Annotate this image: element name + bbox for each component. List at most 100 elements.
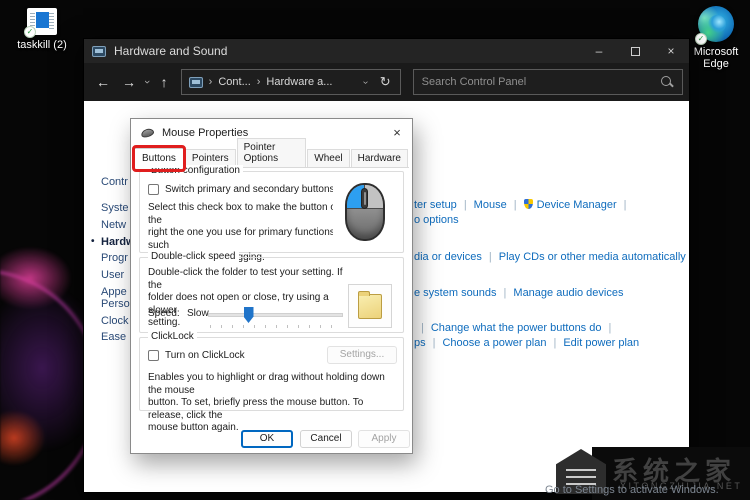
sidebar-item-label: Ease (101, 331, 127, 343)
content-link[interactable]: Manage audio devices (513, 287, 623, 299)
content-link[interactable]: Edit power plan (563, 337, 639, 349)
address-dropdown-chevron-icon[interactable]: › (361, 80, 372, 83)
content-link[interactable]: ps (414, 337, 426, 349)
slider-handle[interactable] (243, 307, 254, 323)
link-separator: | (503, 287, 507, 299)
clicklock-checkbox-row[interactable]: Turn on ClickLock (148, 350, 245, 361)
slider-track[interactable] (208, 313, 343, 317)
tab-pointer-options[interactable]: Pointer Options (236, 138, 307, 167)
green-check-badge-icon: ✓ (695, 33, 707, 45)
window-title: Hardware and Sound (114, 44, 228, 58)
recent-pages-chevron-icon[interactable]: › (141, 80, 153, 84)
breadcrumb[interactable]: › Cont... › Hardware a... › ↻ (180, 69, 401, 95)
content-link[interactable]: o options (414, 214, 459, 226)
checkbox-label: Switch primary and secondary buttons (165, 184, 335, 195)
apply-button[interactable]: Apply (358, 430, 410, 448)
link-separator: | (421, 322, 424, 334)
checkbox-icon[interactable] (148, 184, 159, 195)
doc-blue-block (36, 12, 49, 28)
search-box[interactable] (412, 69, 683, 95)
sidebar-item[interactable]: Contr (101, 176, 128, 188)
checkbox-label: Turn on ClickLock (165, 350, 245, 361)
breadcrumb-item-control-panel[interactable]: Cont... (218, 76, 250, 88)
tab-strip: Buttons Pointers Pointer Options Wheel Hardw… (132, 138, 409, 172)
sidebar-item-label: Perso (101, 298, 130, 310)
close-button[interactable]: × (653, 39, 689, 63)
window-titlebar[interactable]: Hardware and Sound – × (84, 39, 689, 63)
sidebar-item[interactable]: Ease (101, 331, 126, 343)
desktop-icon-label: Microsoft Edge (693, 46, 739, 70)
mouse-properties-dialog: Mouse Properties × Buttons Pointers Pointe… (130, 118, 413, 454)
sidebar-item-label: Progr (101, 252, 128, 264)
double-click-speed-slider[interactable] (208, 306, 343, 328)
back-icon[interactable]: ← (96, 74, 110, 90)
sidebar-item[interactable]: Netw (101, 219, 126, 231)
speed-label: Speed: (148, 308, 180, 319)
link-separator: | (623, 199, 627, 211)
content-link[interactable]: e system sounds (414, 287, 497, 299)
content-link[interactable]: Choose a power plan (442, 337, 546, 349)
active-bullet-icon: • (91, 236, 95, 247)
content-link[interactable]: Device Manager (537, 199, 617, 211)
taskkill-file-icon: ✓ (24, 8, 57, 38)
forward-icon[interactable]: → (122, 74, 136, 90)
clicklock-description: Enables you to highlight or drag without… (148, 372, 385, 433)
sidebar-item-label: Netw (101, 219, 127, 231)
link-separator: | (513, 199, 517, 211)
test-folder-box[interactable] (348, 284, 392, 328)
checkbox-icon[interactable] (148, 350, 159, 361)
sidebar-item[interactable]: Appe (101, 286, 127, 298)
content-link[interactable]: Play CDs or other media automatically (499, 251, 686, 263)
shield-icon (523, 199, 533, 209)
folder-icon[interactable] (358, 290, 382, 319)
search-icon[interactable] (660, 75, 674, 89)
link-separator: | (608, 322, 612, 334)
maximize-icon (630, 46, 640, 56)
tab-buttons[interactable]: Buttons (132, 145, 186, 172)
breadcrumb-item-hardware-and-sound[interactable]: Hardware a... (266, 76, 332, 88)
tab-hardware[interactable]: Hardware (350, 149, 408, 167)
mouse-body (345, 183, 385, 241)
content-link[interactable]: Mouse (474, 199, 507, 211)
content-link-row: ter setup | Mouse | Device Manager | (414, 199, 634, 211)
desktop-icon-microsoft-edge[interactable]: ✓ Microsoft Edge (686, 6, 746, 70)
sidebar-item[interactable]: Syste (101, 202, 129, 214)
sidebar-item-label: Syste (101, 202, 129, 214)
search-input[interactable] (413, 76, 660, 88)
maximize-button[interactable] (617, 39, 653, 63)
tab-wheel[interactable]: Wheel (307, 149, 350, 167)
cancel-button[interactable]: Cancel (300, 430, 352, 448)
minimize-button[interactable]: – (581, 39, 617, 63)
content-link[interactable]: Change what the power buttons do (431, 322, 602, 334)
button-configuration-group: Button configuration Switch primary and … (139, 165, 404, 263)
switch-buttons-checkbox-row[interactable]: Switch primary and secondary buttons (148, 184, 335, 195)
dialog-close-button[interactable]: × (382, 122, 412, 144)
content-link-row: | Change what the power buttons do | (414, 322, 618, 334)
content-link[interactable]: dia or devices (414, 251, 482, 263)
desktop-icon-taskkill[interactable]: ✓ taskkill (2) (8, 8, 76, 51)
sidebar-item[interactable]: Perso (101, 298, 130, 310)
sidebar-item[interactable]: User (101, 269, 124, 281)
refresh-icon[interactable]: ↻ (380, 74, 391, 90)
group-legend: ClickLock (148, 331, 197, 342)
mouse-illustration (333, 178, 397, 246)
content-link-row: o options (414, 214, 459, 226)
clicklock-settings-button[interactable]: Settings... (327, 346, 397, 364)
content-link-row: ps | Choose a power plan | Edit power plan (414, 337, 639, 349)
sidebar-item[interactable]: Progr (101, 252, 128, 264)
desktop: ✓ taskkill (2) ✓ Microsoft Edge Hardware… (0, 0, 750, 500)
sidebar-item[interactable]: Clock (101, 315, 129, 327)
sidebar-item-label: Clock (101, 315, 129, 327)
desktop-icon-label: taskkill (2) (17, 39, 67, 51)
breadcrumb-separator: › (208, 76, 213, 88)
sidebar-item-label: User (101, 269, 125, 281)
ok-button[interactable]: OK (241, 430, 293, 448)
breadcrumb-separator: › (256, 76, 261, 88)
content-link-row: dia or devices | Play CDs or other media a… (414, 251, 686, 263)
control-panel-icon (188, 76, 203, 88)
up-icon[interactable]: ↑ (161, 74, 168, 90)
clicklock-group: ClickLock Turn on ClickLock Settings... … (139, 331, 404, 433)
mouse-icon (140, 127, 155, 139)
content-link[interactable]: ter setup (414, 199, 457, 211)
link-separator: | (432, 337, 436, 349)
